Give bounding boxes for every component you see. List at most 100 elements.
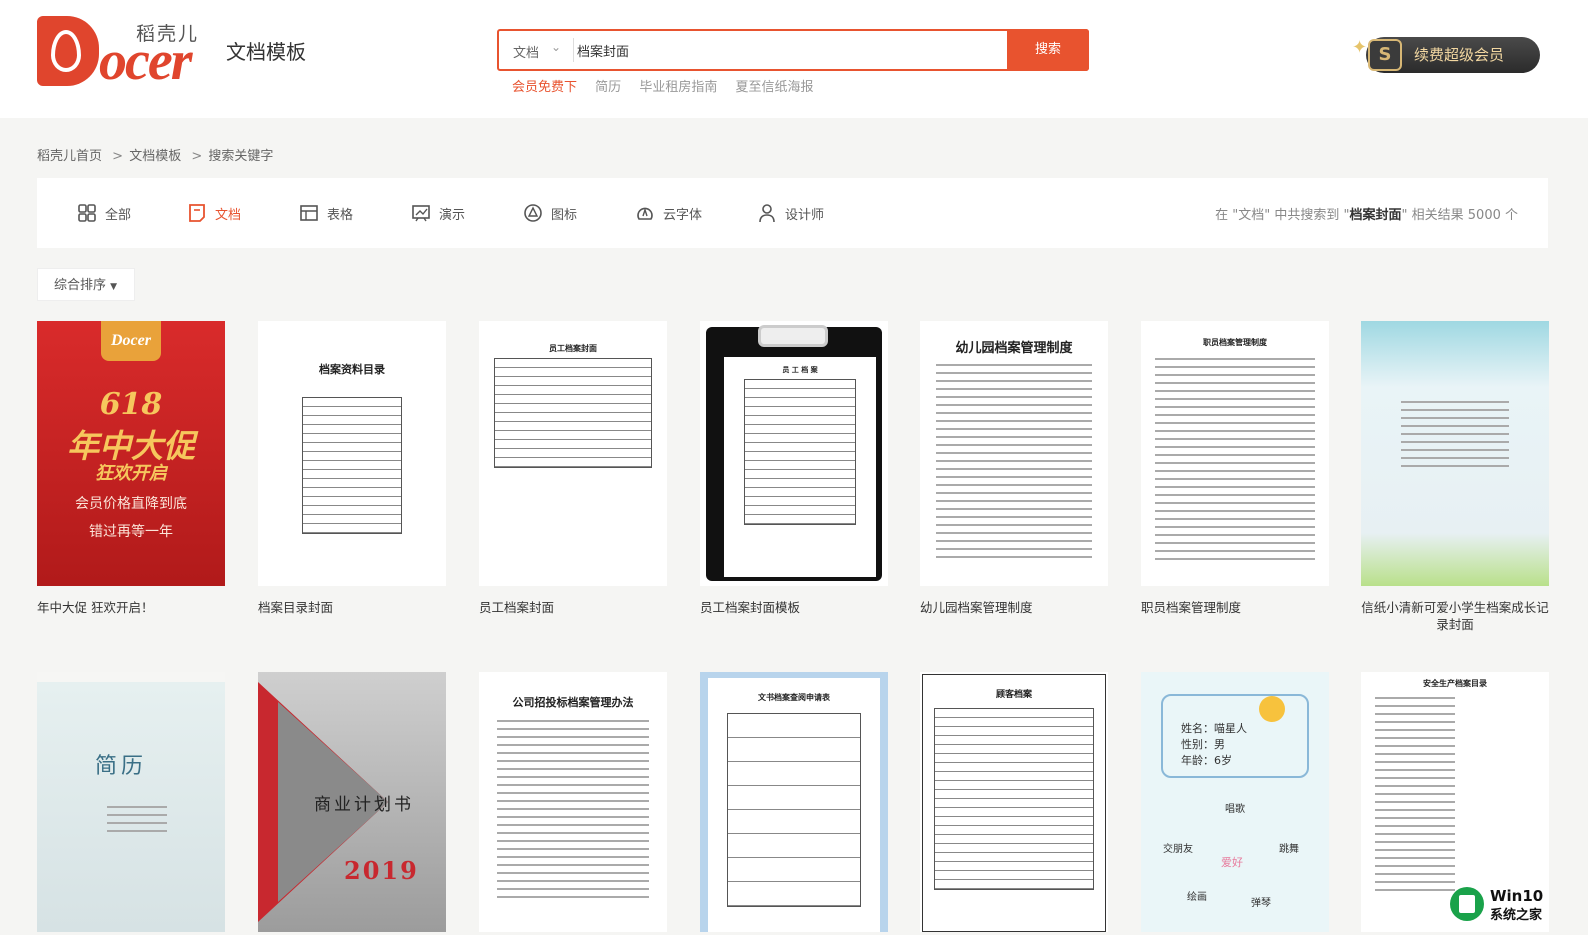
presentation-icon	[412, 205, 430, 222]
header: ocer 稻壳儿 文档模板 文档 ⌄ 搜索 会员免费下 简历 毕业租房指南 夏至…	[0, 0, 1588, 118]
template-thumbnail[interactable]: 商业计划书 2019	[258, 672, 446, 932]
sparkle-icon: ✦	[1352, 37, 1368, 58]
thumb-title: 文书档案查阅申请表	[758, 692, 830, 702]
template-thumbnail[interactable]: 顾客档案	[920, 672, 1108, 932]
thumb-title: 公司招投标档案管理办法	[512, 696, 634, 709]
windows-logo-icon	[1450, 887, 1484, 921]
resume-title: 简历	[95, 754, 148, 779]
thumb-table	[727, 713, 861, 907]
watermark-line1: Win10	[1490, 887, 1544, 905]
form-paper: 文书档案查阅申请表	[708, 678, 880, 932]
thumb-title: 幼儿园档案管理制度	[955, 341, 1073, 356]
hobby-center: 爱好	[1221, 856, 1243, 869]
tab-label: 表格	[327, 207, 354, 223]
template-title[interactable]: 职员档案管理制度	[1141, 599, 1351, 616]
clipboard-paper: 员 工 档 案	[724, 357, 876, 577]
resume-info	[107, 800, 167, 838]
thumb-title: 档案资料目录	[319, 363, 385, 376]
clipboard: 员 工 档 案	[706, 327, 882, 581]
template-thumbnail[interactable]: 职员档案管理制度	[1141, 321, 1329, 586]
search-type-select[interactable]: 文档 ⌄	[499, 31, 573, 69]
breadcrumb-category[interactable]: 文档模板	[129, 149, 181, 164]
template-title[interactable]: 年中大促 狂欢开启！	[37, 599, 247, 616]
hot-keyword-link[interactable]: 简历	[595, 80, 621, 95]
thumb-table	[494, 358, 652, 468]
hot-keywords: 会员免费下 简历 毕业租房指南 夏至信纸海报	[512, 76, 827, 95]
sort-label: 综合排序	[54, 278, 107, 293]
vip-s-icon: S	[1368, 39, 1402, 71]
thumb-title: 安全生产档案目录	[1423, 678, 1487, 688]
thumb-body-text	[497, 720, 649, 898]
tab-icons[interactable]: 图标	[523, 200, 577, 226]
template-thumbnail[interactable]: 姓名：喵星人 性别：男 年龄：6岁 唱歌 交朋友 跳舞 爱好 绘画 弹琴	[1141, 672, 1329, 932]
vip-renew-button[interactable]: 续费超级会员 S ✦	[1352, 35, 1542, 75]
template-thumbnail[interactable]: 公司招投标档案管理办法	[479, 672, 667, 932]
tab-designer[interactable]: 设计师	[757, 200, 824, 226]
tab-label: 文档	[215, 207, 242, 223]
thumb-table	[744, 379, 856, 525]
form-border: 顾客档案	[922, 674, 1106, 932]
hot-keyword-link[interactable]: 毕业租房指南	[639, 80, 717, 95]
tab-all[interactable]: 全部	[77, 200, 131, 226]
win10-watermark: Win10 系统之家	[1450, 887, 1580, 923]
docer-badge: Docer	[101, 321, 161, 361]
template-thumbnail[interactable]: 员工档案封面	[479, 321, 667, 586]
promo-offer: 会员价格直降到底	[75, 496, 187, 512]
breadcrumb-current: 搜索关键字	[208, 149, 274, 164]
template-thumbnail[interactable]: 简历	[37, 672, 225, 932]
kid-gender: 性别：男	[1181, 738, 1225, 751]
docer-logo[interactable]: ocer 稻壳儿	[37, 14, 205, 89]
template-thumbnail[interactable]: 文书档案查阅申请表	[700, 672, 888, 932]
site-title: 文档模板	[226, 40, 306, 64]
template-thumbnail[interactable]: 幼儿园档案管理制度	[920, 321, 1108, 586]
tab-presentation[interactable]: 演示	[411, 200, 465, 226]
shape-icon	[524, 204, 542, 222]
tab-label: 设计师	[785, 207, 825, 223]
resume-poster: 简历	[37, 682, 225, 932]
watermark-line2: 系统之家	[1490, 908, 1543, 923]
thumb-title: 员工档案封面	[549, 343, 597, 353]
promo-subheadline: 狂欢开启	[95, 463, 167, 484]
hot-keyword-link[interactable]: 会员免费下	[512, 80, 577, 95]
thumb-title: 员 工 档 案	[782, 365, 818, 374]
result-suffix: " 相关结果 5000 个	[1401, 208, 1518, 223]
template-title[interactable]: 信纸小清新可爱小学生档案成长记录封面	[1361, 599, 1549, 633]
template-thumbnail[interactable]: 档案资料目录	[258, 321, 446, 586]
thumb-body-text	[1401, 401, 1509, 467]
template-title[interactable]: 员工档案封面模板	[700, 599, 910, 616]
thumb-title: 顾客档案	[995, 690, 1032, 700]
kid-name: 姓名：喵星人	[1181, 722, 1247, 735]
result-keyword: 档案封面	[1349, 208, 1402, 223]
tab-cloud-font[interactable]: 云字体	[635, 200, 702, 226]
thumb-body-text	[1155, 358, 1315, 560]
search-input[interactable]	[577, 37, 997, 63]
search-bar: 文档 ⌄ 搜索	[497, 29, 1089, 71]
tab-spreadsheet[interactable]: 表格	[299, 200, 353, 226]
kid-age: 年龄：6岁	[1181, 754, 1232, 767]
hot-keyword-link[interactable]: 夏至信纸海报	[735, 80, 813, 95]
template-thumbnail[interactable]: Docer 618 年中大促 狂欢开启 会员价格直降到底 错过再等一年	[37, 321, 225, 586]
breadcrumb-separator: >	[112, 149, 124, 164]
sun-icon	[1259, 696, 1285, 722]
thumb-body-text	[1375, 697, 1455, 891]
template-title[interactable]: 档案目录封面	[258, 599, 468, 616]
table-icon	[300, 205, 318, 221]
user-icon	[759, 204, 775, 223]
hobby-dance: 跳舞	[1279, 844, 1299, 855]
tab-label: 全部	[105, 207, 132, 223]
logo-d-mark	[37, 16, 99, 86]
tab-document[interactable]: 文档	[187, 200, 241, 226]
search-button[interactable]: 搜索	[1007, 29, 1089, 71]
template-thumbnail[interactable]: 员 工 档 案	[700, 321, 888, 586]
chevron-down-icon: ⌄	[551, 40, 562, 54]
template-title[interactable]: 幼儿园档案管理制度	[920, 599, 1130, 616]
template-thumbnail[interactable]	[1361, 321, 1549, 586]
sort-dropdown[interactable]: 综合排序 ▼	[37, 268, 135, 301]
search-divider	[573, 38, 574, 62]
breadcrumb: 稻壳儿首页 > 文档模板 > 搜索关键字	[37, 145, 279, 164]
hobby-draw: 绘画	[1187, 892, 1207, 903]
template-title[interactable]: 员工档案封面	[479, 599, 689, 616]
breadcrumb-home[interactable]: 稻壳儿首页	[37, 149, 102, 164]
grid-icon	[78, 204, 96, 222]
font-icon	[637, 207, 653, 220]
